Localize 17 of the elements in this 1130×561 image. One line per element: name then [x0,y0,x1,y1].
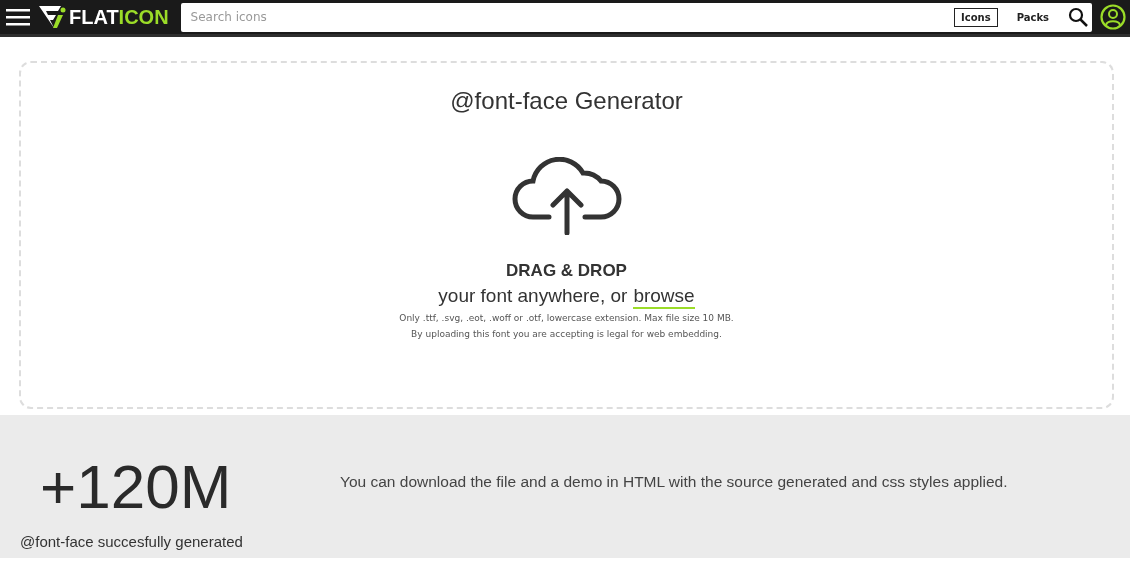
cloud-upload-icon [510,157,623,235]
browse-link[interactable]: browse [633,285,695,309]
stat-caption: @font-face succesfully generated [20,533,243,550]
logo[interactable]: FLATICON [38,4,169,30]
drop-prompt: your font anywhere, or [438,285,628,308]
upload-note: By uploading this font you are accepting is legal for web embedding. [411,328,722,341]
stat-description: You can download the file and a demo in HTML with the source generated and css styles applied. [340,473,1008,492]
user-icon[interactable] [1100,4,1126,30]
stat-count: +120M [40,451,232,523]
drop-heading: DRAG & DROP [506,261,627,281]
search-icon[interactable] [1068,7,1088,27]
search-field[interactable]: Search icons Icons Packs [180,2,1092,32]
upload-note: Only .ttf, .svg, .eot, .woff or .otf, lowercase extension. Max file size 10 MB. [399,312,734,325]
tab[interactable]: Icons [954,7,998,27]
menu-icon[interactable] [6,7,30,27]
page-title: @font-face Generator [450,87,683,115]
tab[interactable]: Packs [1009,7,1056,27]
